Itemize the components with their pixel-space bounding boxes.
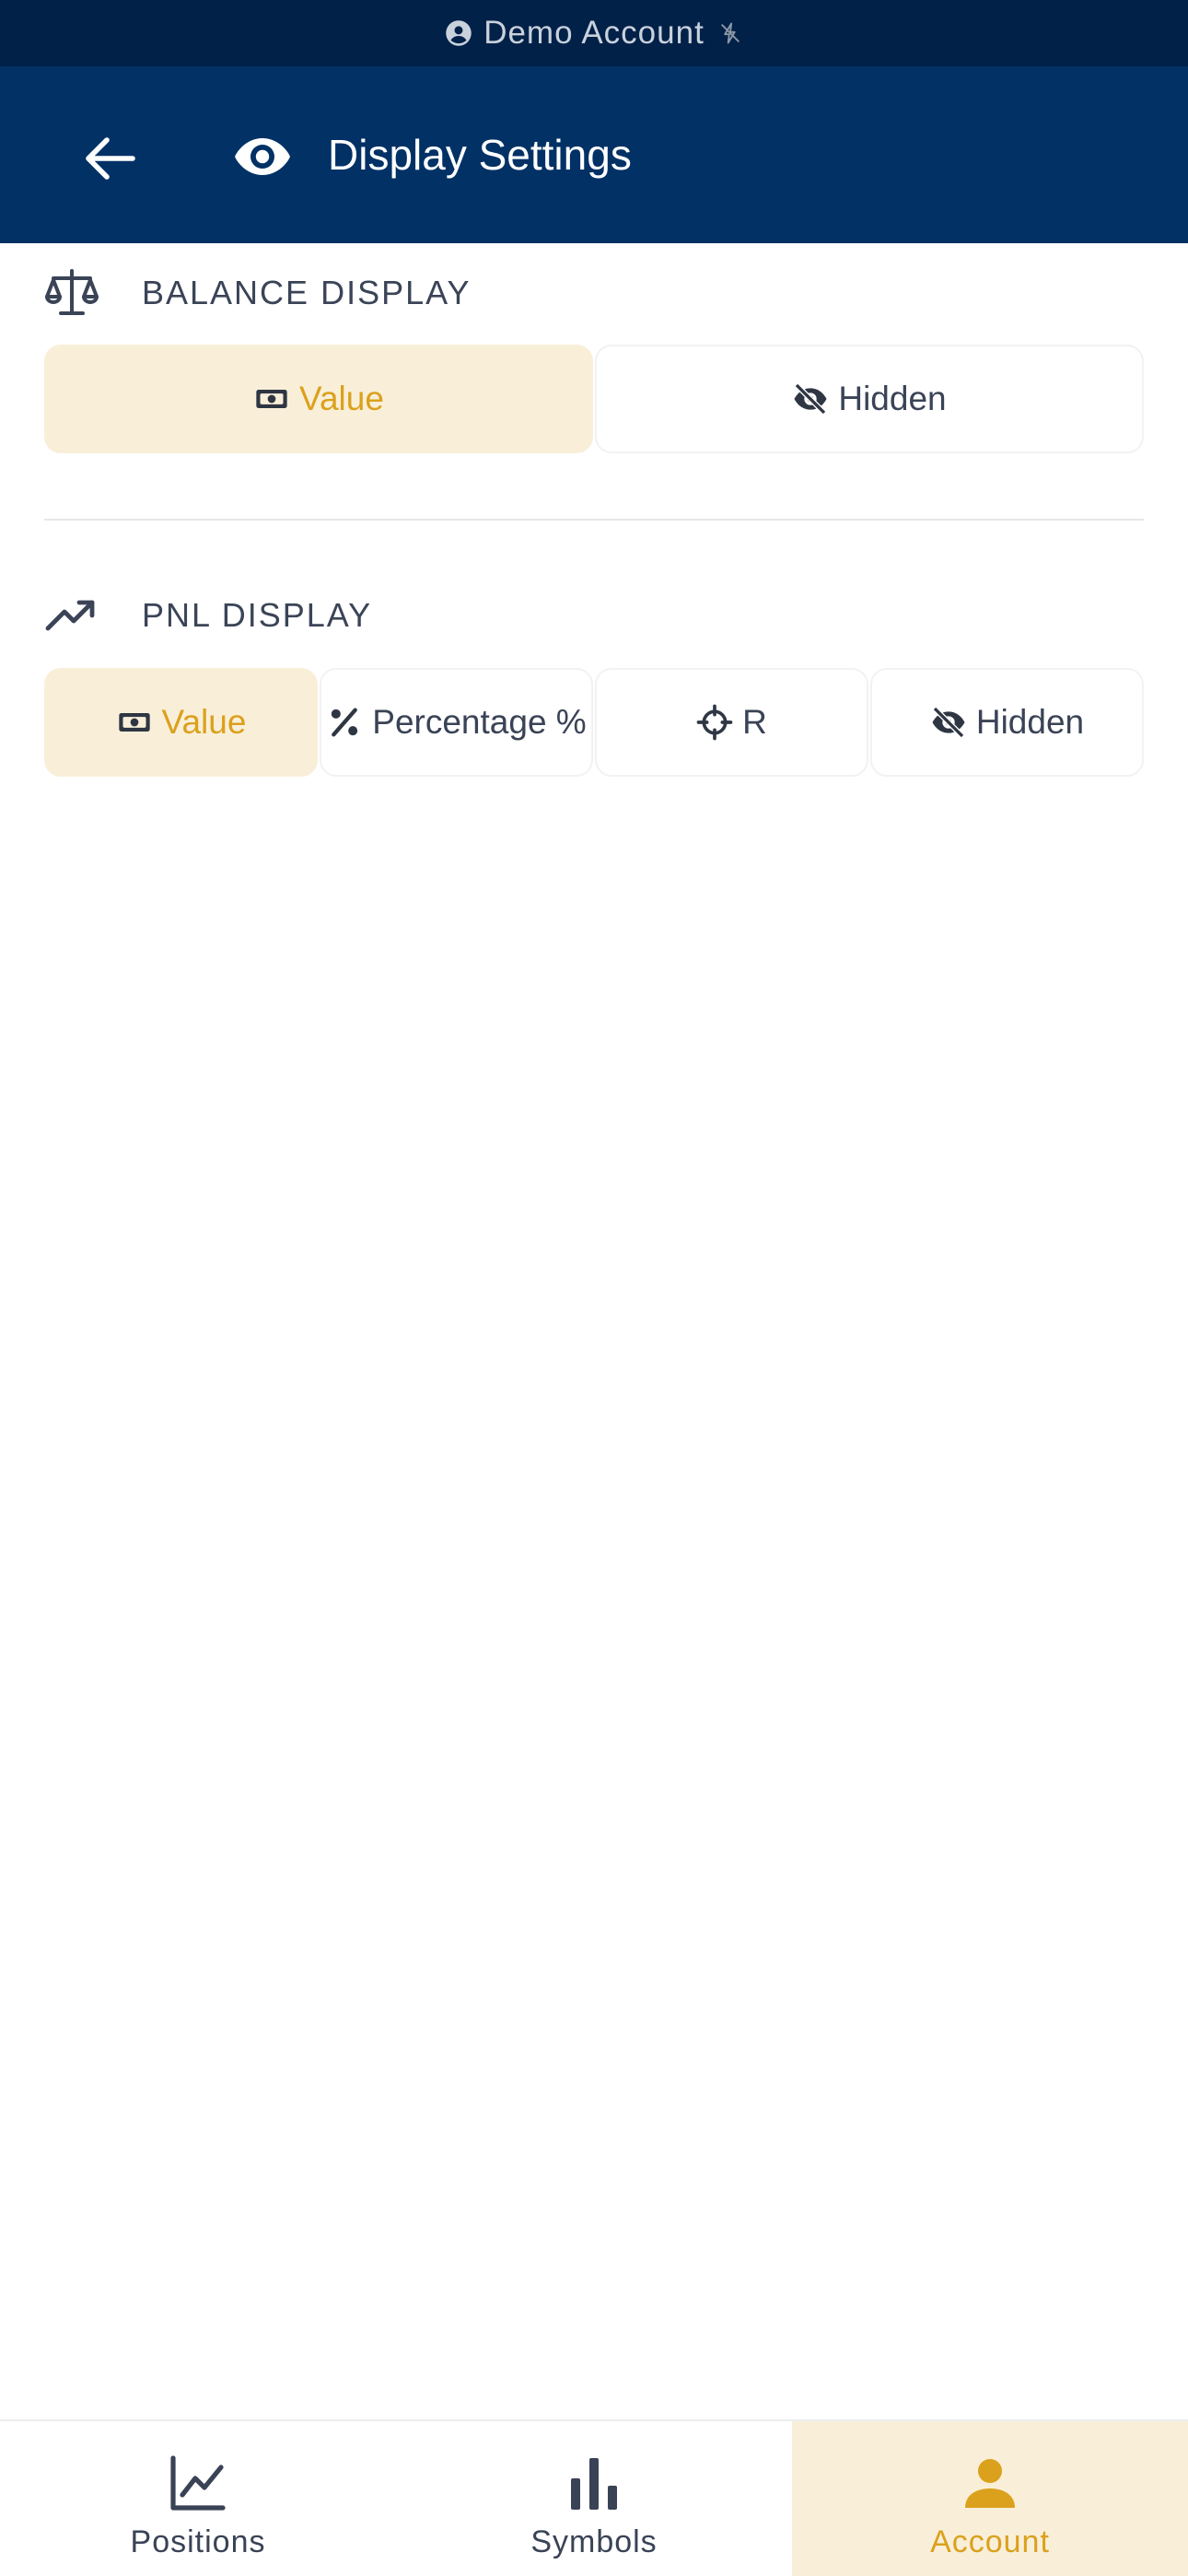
balance-option-hidden[interactable]: Hidden <box>595 345 1144 453</box>
eye-off-icon <box>794 382 827 416</box>
scale-icon <box>45 269 99 315</box>
person-icon <box>965 2459 1015 2508</box>
balance-option-value-label: Value <box>299 380 384 417</box>
account-mode-label: Demo Account <box>483 15 705 51</box>
app-header: Display Settings <box>0 66 1188 243</box>
trending-up-icon <box>45 600 95 631</box>
nav-tab-positions[interactable]: Positions <box>0 2421 396 2576</box>
back-button[interactable] <box>74 122 147 195</box>
cash-icon <box>118 713 150 732</box>
pnl-display-toggle: Value Percentage % R Hidden <box>44 668 1144 777</box>
nav-tab-symbols[interactable]: Symbols <box>396 2421 792 2576</box>
pnl-display-label: PNL DISPLAY <box>142 596 373 634</box>
section-divider <box>44 519 1144 521</box>
connection-off-icon <box>720 22 740 44</box>
arrow-left-icon <box>86 137 135 180</box>
account-circle-icon <box>446 20 472 46</box>
balance-display-header: BALANCE DISPLAY <box>44 265 471 321</box>
nav-tab-account[interactable]: Account <box>792 2421 1188 2576</box>
pnl-option-percentage[interactable]: Percentage % <box>320 668 593 777</box>
account-status-bar: Demo Account <box>0 0 1188 66</box>
nav-tab-symbols-label: Symbols <box>530 2524 658 2559</box>
balance-display-label: BALANCE DISPLAY <box>142 274 472 311</box>
pnl-display-header: PNL DISPLAY <box>44 588 372 643</box>
balance-display-toggle: Value Hidden <box>44 345 1144 453</box>
pnl-option-value[interactable]: Value <box>44 668 318 777</box>
display-settings-screen: Demo Account Display Settings BALANCE DI… <box>0 0 1188 2576</box>
eye-off-icon <box>932 706 965 739</box>
pnl-option-value-label: Value <box>161 703 247 741</box>
nav-tab-account-label: Account <box>930 2524 1050 2559</box>
pnl-option-r[interactable]: R <box>595 668 868 777</box>
crosshair-icon <box>696 704 733 741</box>
balance-option-hidden-label: Hidden <box>838 380 947 417</box>
percent-icon <box>332 708 358 737</box>
eye-icon <box>235 138 290 175</box>
nav-tab-positions-label: Positions <box>130 2524 266 2559</box>
pnl-option-r-label: R <box>742 703 767 741</box>
balance-option-value[interactable]: Value <box>44 345 593 453</box>
bar-chart-icon <box>571 2458 617 2510</box>
line-chart-icon <box>170 2455 226 2511</box>
pnl-option-hidden-label: Hidden <box>975 703 1085 741</box>
cash-icon <box>256 390 287 408</box>
pnl-option-hidden[interactable]: Hidden <box>870 668 1144 777</box>
page-title: Display Settings <box>328 131 632 179</box>
pnl-option-percentage-label: Percentage % <box>372 703 587 741</box>
bottom-navigation: Positions Symbols Account <box>0 2419 1188 2576</box>
